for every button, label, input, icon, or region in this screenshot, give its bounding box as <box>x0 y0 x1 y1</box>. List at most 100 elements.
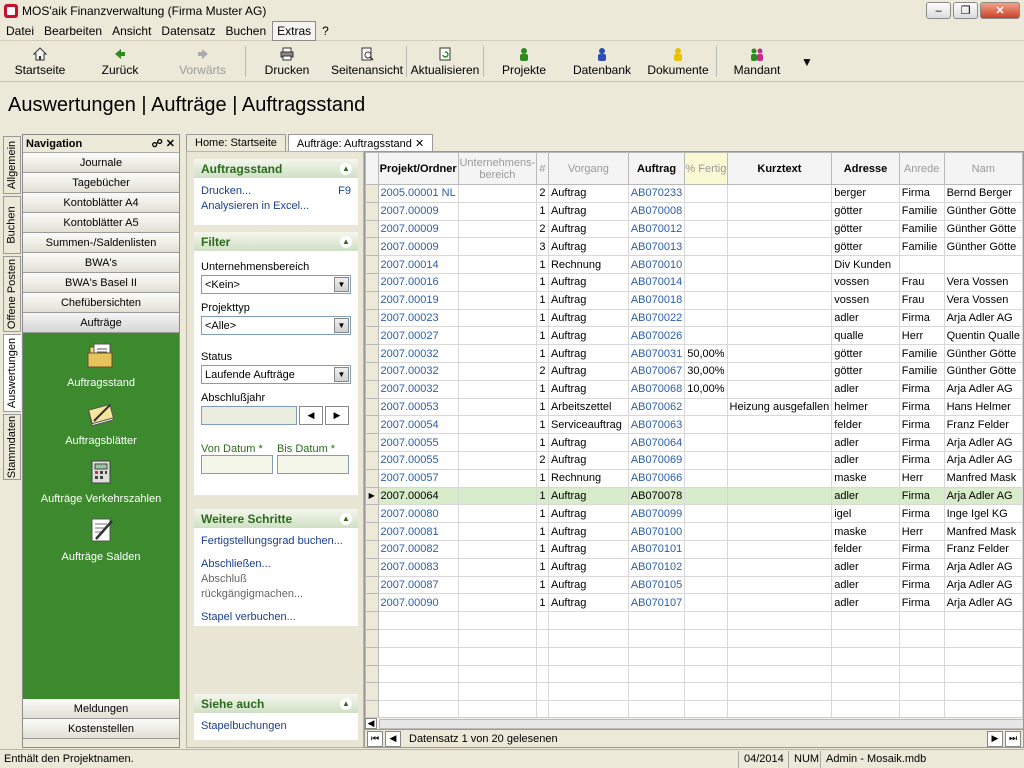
table-cell[interactable]: 2007.00082 <box>377 539 459 559</box>
table-cell[interactable]: 1 <box>536 201 549 221</box>
table-cell[interactable]: qualle <box>831 326 900 346</box>
row-selector[interactable] <box>365 611 379 630</box>
table-cell[interactable] <box>831 682 900 702</box>
table-row[interactable]: 2007.00009 2 Auftrag AB070012 götter Familie G… <box>365 219 1023 239</box>
row-selector[interactable] <box>365 700 379 719</box>
table-cell[interactable] <box>726 379 833 399</box>
table-cell[interactable] <box>627 664 686 684</box>
table-cell[interactable]: AB070100 <box>627 522 686 541</box>
table-cell[interactable] <box>726 361 833 381</box>
table-cell[interactable]: Auftrag <box>547 344 629 363</box>
table-cell[interactable] <box>457 468 538 488</box>
table-cell[interactable]: 2007.00014 <box>377 255 459 274</box>
table-cell[interactable]: Franz Felder <box>943 415 1023 435</box>
table-cell[interactable] <box>684 433 728 452</box>
table-cell[interactable]: Günther Götte <box>943 344 1023 363</box>
table-cell[interactable]: Auftrag <box>547 522 629 541</box>
table-cell[interactable]: 1 <box>536 539 549 559</box>
table-cell[interactable] <box>457 415 538 435</box>
table-cell[interactable] <box>831 611 900 630</box>
table-cell[interactable] <box>898 611 945 630</box>
table-cell[interactable] <box>684 557 728 577</box>
table-row[interactable]: 2007.00055 1 Auftrag AB070064 adler Firma Arja… <box>365 433 1023 452</box>
column-header[interactable]: Auftrag <box>627 152 686 185</box>
table-cell[interactable]: 2007.00027 <box>377 326 459 346</box>
row-selector[interactable] <box>365 539 379 559</box>
table-cell[interactable] <box>547 682 629 702</box>
table-row[interactable]: 2007.00032 1 Auftrag AB070068 10,00% adler Fir… <box>365 379 1023 399</box>
nav-item-journale[interactable]: Journale <box>23 153 179 173</box>
table-cell[interactable]: Firma <box>898 557 945 577</box>
row-selector[interactable] <box>365 308 379 328</box>
table-cell[interactable]: 2007.00080 <box>377 504 459 524</box>
table-cell[interactable] <box>457 486 538 506</box>
table-row[interactable]: 2007.00032 1 Auftrag AB070031 50,00% götter Fa… <box>365 344 1023 363</box>
table-cell[interactable] <box>457 664 538 684</box>
table-cell[interactable] <box>457 237 538 257</box>
table-cell[interactable]: Auftrag <box>547 575 629 595</box>
table-cell[interactable]: 2 <box>536 219 549 239</box>
table-cell[interactable] <box>726 611 833 630</box>
menu-ansicht[interactable]: Ansicht <box>108 22 155 40</box>
row-selector[interactable] <box>365 450 379 470</box>
table-cell[interactable] <box>627 611 686 630</box>
table-cell[interactable] <box>457 700 538 719</box>
table-cell[interactable]: vossen <box>831 272 900 292</box>
undo-close-link[interactable]: Abschluß rückgängigmachen... <box>201 572 351 602</box>
table-cell[interactable]: AB070022 <box>627 308 686 328</box>
table-cell[interactable] <box>536 628 549 648</box>
task-group-header[interactable]: Filter ▲ <box>194 232 358 251</box>
row-selector[interactable] <box>365 344 379 363</box>
table-cell[interactable]: Bernd Berger <box>943 184 1023 203</box>
table-cell[interactable]: götter <box>831 344 900 363</box>
table-cell[interactable] <box>547 664 629 684</box>
menu-extras[interactable]: Extras <box>272 20 317 41</box>
collapse-icon[interactable]: ▲ <box>340 162 352 175</box>
horizontal-scrollbar[interactable]: ◀ <box>365 717 1023 729</box>
table-cell[interactable]: adler <box>831 308 900 328</box>
table-cell[interactable]: 2 <box>536 450 549 470</box>
table-cell[interactable] <box>726 522 833 541</box>
table-cell[interactable] <box>726 326 833 346</box>
table-cell[interactable]: AB070099 <box>627 504 686 524</box>
table-cell[interactable] <box>627 700 686 719</box>
table-cell[interactable]: Franz Felder <box>943 539 1023 559</box>
table-cell[interactable]: Manfred Mask <box>943 522 1023 541</box>
table-cell[interactable] <box>457 272 538 292</box>
table-cell[interactable] <box>457 344 538 363</box>
table-cell[interactable]: felder <box>831 539 900 559</box>
table-cell[interactable]: 50,00% <box>684 344 728 363</box>
table-cell[interactable]: 2007.00090 <box>377 593 459 613</box>
table-cell[interactable]: Familie <box>898 219 945 239</box>
table-cell[interactable]: AB070233 <box>627 184 686 203</box>
table-cell[interactable]: Arja Adler AG <box>943 593 1023 613</box>
table-cell[interactable]: 2007.00083 <box>377 557 459 577</box>
back-button[interactable]: Zurück <box>80 42 160 81</box>
business-area-select[interactable]: <Kein> ▼ <box>201 275 351 294</box>
table-cell[interactable]: 1 <box>536 415 549 435</box>
table-cell[interactable]: 2007.00032 <box>377 361 459 381</box>
table-cell[interactable] <box>684 184 728 203</box>
table-cell[interactable]: Familie <box>898 237 945 257</box>
table-cell[interactable] <box>457 682 538 702</box>
table-row[interactable]: 2005.00001 NL 2 Auftrag AB070233 berger Firma… <box>365 184 1023 203</box>
table-cell[interactable] <box>684 682 728 702</box>
table-cell[interactable]: AB070008 <box>627 201 686 221</box>
table-cell[interactable]: AB070063 <box>627 415 686 435</box>
table-cell[interactable]: götter <box>831 361 900 381</box>
batch-bookings-link[interactable]: Stapelbuchungen <box>201 719 351 734</box>
row-selector[interactable] <box>365 433 379 452</box>
table-row[interactable]: 2007.00057 1 Rechnung AB070066 maske Herr Manf… <box>365 468 1023 488</box>
table-cell[interactable]: 2007.00081 <box>377 522 459 541</box>
table-cell[interactable]: Arja Adler AG <box>943 379 1023 399</box>
table-cell[interactable]: 1 <box>536 504 549 524</box>
collapse-icon[interactable]: ▲ <box>340 512 352 525</box>
refresh-button[interactable]: Aktualisieren <box>407 42 483 81</box>
table-cell[interactable]: 2007.00032 <box>377 344 459 363</box>
table-cell[interactable]: Auftrag <box>547 201 629 221</box>
table-cell[interactable]: 2 <box>536 361 549 381</box>
table-cell[interactable]: Firma <box>898 433 945 452</box>
row-selector[interactable] <box>365 255 379 274</box>
nav-item-auftraege[interactable]: Aufträge <box>23 313 179 333</box>
table-cell[interactable]: Firma <box>898 504 945 524</box>
